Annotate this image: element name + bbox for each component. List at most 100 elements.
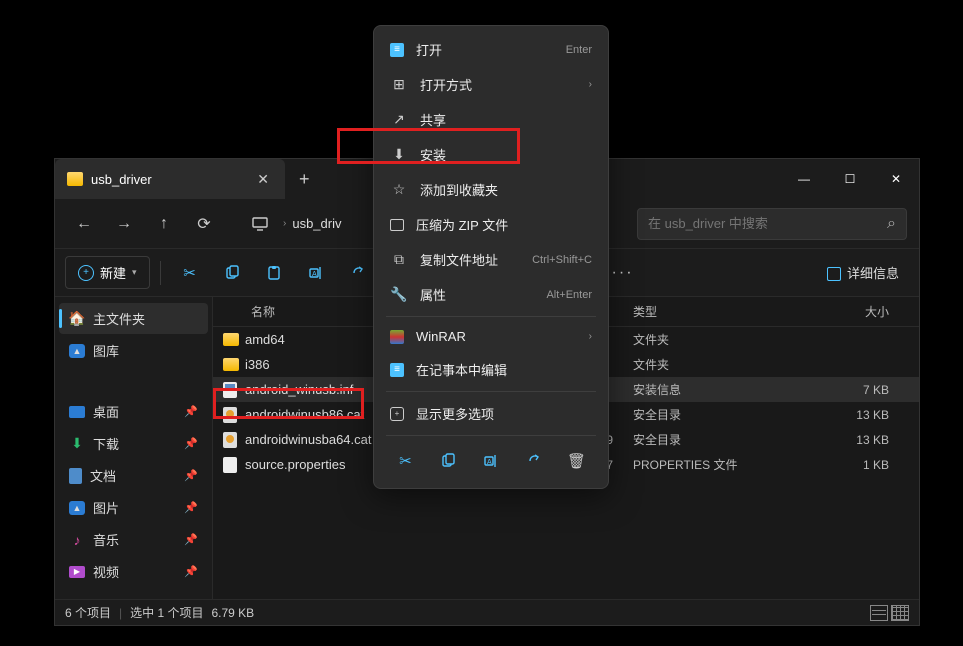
window-controls: — ☐ ✕ [781, 159, 919, 199]
winrar-icon [390, 330, 404, 344]
pin-icon: 📌 [184, 405, 198, 418]
file-type: 文件夹 [633, 356, 783, 373]
tab-close-button[interactable]: ✕ [253, 167, 273, 192]
sidebar-item-home[interactable]: 🏠主文件夹 [59, 303, 208, 334]
menu-install[interactable]: ⬇安装 [380, 137, 602, 172]
sidebar-item-pictures[interactable]: ▲图片📌 [59, 492, 208, 523]
search-box[interactable]: ⌕ [637, 208, 907, 240]
sidebar-item-gallery[interactable]: ▲图库 [59, 335, 208, 366]
status-count: 6 个项目 [65, 604, 111, 621]
share-icon: ↗ [390, 111, 408, 129]
details-pane-icon [827, 267, 841, 279]
menu-share[interactable]: ↗共享 [380, 102, 602, 137]
file-icon [223, 432, 237, 448]
more-icon: + [390, 407, 404, 421]
document-icon [69, 468, 82, 484]
pin-icon: 📌 [184, 501, 198, 514]
menu-show-more[interactable]: +显示更多选项 [380, 396, 602, 431]
video-icon: ▶ [69, 566, 85, 578]
open-with-icon: ⊞ [390, 76, 408, 94]
back-button[interactable]: ← [67, 207, 101, 241]
status-selected: 选中 1 个项目 [130, 604, 203, 621]
home-icon: 🏠 [69, 311, 85, 327]
copy-path-icon: ⧉ [390, 251, 408, 269]
menu-copy-path[interactable]: ⧉复制文件地址Ctrl+Shift+C [380, 242, 602, 277]
sidebar-item-documents[interactable]: 文档📌 [59, 460, 208, 491]
pc-icon[interactable] [243, 207, 277, 241]
search-input[interactable] [648, 216, 879, 231]
col-size[interactable]: 大小 [783, 303, 909, 320]
mini-rename-button[interactable]: A [474, 446, 508, 476]
details-pane-button[interactable]: 详细信息 [817, 257, 909, 288]
context-menu: ≡打开Enter ⊞打开方式› ↗共享 ⬇安装 ☆添加到收藏夹 压缩为 ZIP … [373, 25, 609, 489]
pin-icon: 📌 [184, 469, 198, 482]
pin-icon: 📌 [184, 565, 198, 578]
paste-button[interactable] [255, 256, 293, 290]
close-button[interactable]: ✕ [873, 159, 919, 199]
new-label: 新建 [100, 263, 126, 282]
view-list-button[interactable] [870, 605, 888, 621]
file-size: 1 KB [783, 458, 909, 472]
menu-properties[interactable]: 🔧属性Alt+Enter [380, 277, 602, 312]
svg-text:A: A [487, 459, 492, 466]
minimize-button[interactable]: — [781, 159, 827, 199]
notepad-icon: ≡ [390, 363, 404, 377]
plus-icon: + [78, 265, 94, 281]
forward-button[interactable]: → [107, 207, 141, 241]
music-icon: ♪ [69, 532, 85, 548]
mini-cut-button[interactable]: ✂ [388, 446, 422, 476]
sidebar-item-desktop[interactable]: 桌面📌 [59, 396, 208, 427]
file-type: PROPERTIES 文件 [633, 456, 783, 473]
window-tab[interactable]: usb_driver ✕ [55, 159, 285, 199]
file-type: 安装信息 [633, 381, 783, 398]
mini-delete-button[interactable]: 🗑 [560, 446, 594, 476]
details-label: 详细信息 [847, 263, 899, 282]
folder-icon [223, 358, 239, 371]
new-button[interactable]: + 新建 ▾ [65, 256, 150, 289]
refresh-button[interactable]: ⟳ [187, 207, 221, 241]
install-icon: ⬇ [390, 146, 408, 164]
menu-open-with[interactable]: ⊞打开方式› [380, 67, 602, 102]
file-type: 文件夹 [633, 331, 783, 348]
gallery-icon: ▲ [69, 344, 85, 358]
tab-title: usb_driver [91, 172, 245, 187]
mini-share-button[interactable] [517, 446, 551, 476]
chevron-right-icon: › [589, 331, 592, 342]
share-button[interactable] [339, 256, 377, 290]
file-type: 安全目录 [633, 406, 783, 423]
breadcrumb-segment[interactable]: usb_driv [292, 216, 341, 231]
mini-copy-button[interactable] [431, 446, 465, 476]
view-grid-button[interactable] [891, 605, 909, 621]
file-type: 安全目录 [633, 431, 783, 448]
new-tab-button[interactable]: + [285, 169, 324, 190]
file-size: 13 KB [783, 433, 909, 447]
col-type[interactable]: 类型 [633, 303, 783, 320]
file-size: 13 KB [783, 408, 909, 422]
folder-icon [67, 172, 83, 186]
menu-favorite[interactable]: ☆添加到收藏夹 [380, 172, 602, 207]
zip-icon [390, 219, 404, 231]
cut-button[interactable]: ✂ [171, 256, 209, 290]
download-icon: ⬇ [69, 436, 85, 452]
status-size: 6.79 KB [211, 606, 254, 620]
maximize-button[interactable]: ☐ [827, 159, 873, 199]
path-separator-icon: › [283, 218, 286, 229]
open-icon: ≡ [390, 43, 404, 57]
sidebar: 🏠主文件夹 ▲图库 桌面📌 ⬇下载📌 文档📌 ▲图片📌 ♪音乐📌 ▶视频📌 [55, 297, 213, 599]
file-size: 7 KB [783, 383, 909, 397]
pin-icon: 📌 [184, 437, 198, 450]
menu-zip[interactable]: 压缩为 ZIP 文件 [380, 207, 602, 242]
menu-notepad[interactable]: ≡在记事本中编辑 [380, 352, 602, 387]
sidebar-item-music[interactable]: ♪音乐📌 [59, 524, 208, 555]
sidebar-item-downloads[interactable]: ⬇下载📌 [59, 428, 208, 459]
status-bar: 6 个项目 | 选中 1 个项目 6.79 KB [55, 599, 919, 625]
pictures-icon: ▲ [69, 501, 85, 515]
rename-button[interactable]: A [297, 256, 335, 290]
copy-button[interactable] [213, 256, 251, 290]
up-button[interactable]: ↑ [147, 207, 181, 241]
menu-open[interactable]: ≡打开Enter [380, 32, 602, 67]
svg-text:A: A [312, 271, 317, 278]
search-icon: ⌕ [887, 215, 896, 233]
menu-winrar[interactable]: WinRAR› [380, 321, 602, 352]
sidebar-item-videos[interactable]: ▶视频📌 [59, 556, 208, 587]
